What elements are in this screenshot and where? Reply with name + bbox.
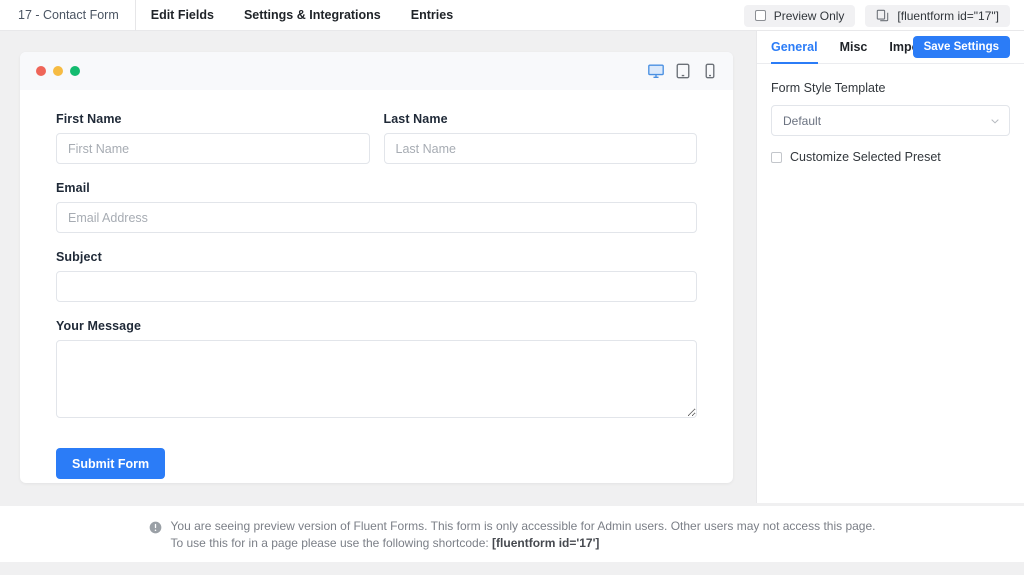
- last-name-input[interactable]: [383, 133, 697, 164]
- customize-preset-label: Customize Selected Preset: [790, 150, 941, 164]
- field-group-email: Email: [56, 181, 697, 233]
- tab-general[interactable]: General: [771, 31, 818, 64]
- first-name-input[interactable]: [56, 133, 370, 164]
- submit-form-button[interactable]: Submit Form: [56, 448, 166, 479]
- window-minimize-dot[interactable]: [53, 66, 63, 76]
- save-settings-button[interactable]: Save Settings: [912, 36, 1010, 58]
- info-icon: [149, 521, 161, 534]
- settings-panel: General Misc Import Save Settings Form S…: [756, 31, 1024, 503]
- preview-stage: First Name Last Name Email Subject Your …: [0, 31, 756, 503]
- name-row: First Name Last Name: [56, 112, 697, 181]
- panel-tab-bar: General Misc Import Save Settings: [757, 31, 1024, 64]
- customize-preset-row[interactable]: Customize Selected Preset: [771, 150, 1010, 164]
- contact-form: First Name Last Name Email Subject Your …: [20, 90, 733, 479]
- form-style-template-select-wrap: Default: [771, 105, 1010, 136]
- top-bar: 17 - Contact Form Edit Fields Settings &…: [0, 0, 1024, 31]
- notice-line-1: You are seeing preview version of Fluent…: [170, 519, 876, 533]
- email-label: Email: [56, 181, 90, 195]
- window-maximize-dot[interactable]: [70, 66, 80, 76]
- field-group-last-name: Last Name: [383, 112, 697, 164]
- first-name-label: First Name: [56, 112, 122, 126]
- checkbox-icon[interactable]: [771, 151, 782, 163]
- primary-nav: Edit Fields Settings & Integrations Entr…: [136, 0, 468, 31]
- last-name-label: Last Name: [383, 112, 448, 126]
- mobile-icon[interactable]: [701, 62, 719, 80]
- preview-notice: You are seeing preview version of Fluent…: [149, 516, 876, 552]
- nav-item-edit-fields[interactable]: Edit Fields: [136, 0, 229, 31]
- subject-label: Subject: [56, 250, 102, 264]
- copy-icon: [877, 9, 889, 22]
- checkbox-icon[interactable]: [754, 10, 766, 21]
- device-switcher: [647, 62, 719, 80]
- preview-only-toggle[interactable]: Preview Only: [743, 4, 856, 27]
- preview-only-label: Preview Only: [773, 8, 845, 23]
- window-close-dot[interactable]: [36, 66, 46, 76]
- nav-item-entries[interactable]: Entries: [396, 0, 468, 31]
- notice-line-2-prefix: To use this for in a page please use the…: [170, 536, 493, 550]
- window-controls: [36, 66, 80, 76]
- subject-input[interactable]: [56, 271, 697, 302]
- field-group-subject: Subject: [56, 250, 697, 302]
- notice-shortcode: [fluentform id='17']: [492, 536, 600, 550]
- form-style-template-select[interactable]: Default: [771, 105, 1010, 136]
- panel-content: Form Style Template Default Customize Se…: [757, 64, 1024, 164]
- form-style-template-label: Form Style Template: [771, 81, 886, 95]
- tab-misc[interactable]: Misc: [840, 31, 868, 64]
- preview-notice-text: You are seeing preview version of Fluent…: [171, 518, 876, 552]
- preview-notice-band: You are seeing preview version of Fluent…: [0, 506, 1024, 562]
- preview-card-header: [20, 52, 733, 90]
- shortcode-copy-button[interactable]: [fluentform id="17"]: [865, 4, 1010, 27]
- top-bar-left: 17 - Contact Form Edit Fields Settings &…: [0, 0, 468, 31]
- field-group-message: Your Message: [56, 319, 697, 418]
- desktop-icon[interactable]: [647, 62, 665, 80]
- tablet-icon[interactable]: [674, 62, 692, 80]
- nav-item-settings-integrations[interactable]: Settings & Integrations: [229, 0, 396, 31]
- form-preview-card: First Name Last Name Email Subject Your …: [20, 52, 733, 483]
- message-textarea[interactable]: [56, 340, 697, 418]
- email-input[interactable]: [56, 202, 697, 233]
- top-bar-right: Preview Only [fluentform id="17"]: [743, 0, 1010, 31]
- field-group-first-name: First Name: [56, 112, 370, 164]
- message-label: Your Message: [56, 319, 142, 333]
- page-title: 17 - Contact Form: [0, 0, 136, 31]
- shortcode-pill-label: [fluentform id="17"]: [897, 8, 999, 23]
- notice-line-2: To use this for in a page please use the…: [171, 535, 876, 552]
